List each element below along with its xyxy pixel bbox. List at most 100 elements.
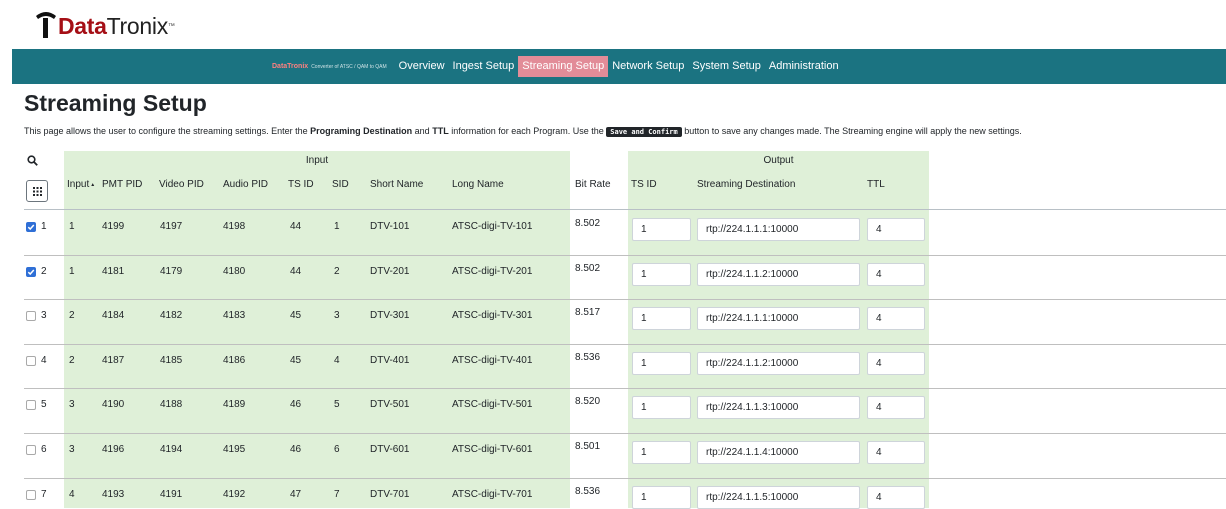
header-video-pid[interactable]: Video PID bbox=[159, 179, 204, 191]
ttl-input[interactable]: 4 bbox=[867, 263, 925, 286]
row-checkbox[interactable] bbox=[26, 490, 36, 500]
cell-pmt-pid: 4199 bbox=[102, 221, 125, 232]
header-output-ts-id[interactable]: TS ID bbox=[631, 179, 657, 191]
header-pmt-pid[interactable]: PMT PID bbox=[102, 179, 142, 191]
search-icon[interactable] bbox=[27, 153, 38, 171]
output-ts-id-input[interactable]: 1 bbox=[632, 263, 691, 286]
cell-input: 2 bbox=[69, 310, 75, 321]
output-ts-id-input[interactable]: 1 bbox=[632, 218, 691, 241]
cell-short-name: DTV-601 bbox=[370, 444, 410, 455]
desc-text-3: information for each Program. Use the bbox=[448, 126, 607, 136]
row-checkbox[interactable] bbox=[26, 400, 36, 410]
header-input[interactable]: Input▲ bbox=[67, 179, 95, 191]
cell-video-pid: 4182 bbox=[160, 310, 183, 321]
cell-bit-rate: 8.502 bbox=[575, 263, 601, 274]
row-checkbox[interactable] bbox=[26, 445, 36, 455]
header-bit-rate[interactable]: Bit Rate bbox=[575, 179, 611, 191]
output-ts-id-input[interactable]: 1 bbox=[632, 307, 691, 330]
nav-links: DataTronix Converter of ATSC / QAM to QA… bbox=[272, 49, 843, 84]
navbar-brand[interactable]: DataTronix Converter of ATSC / QAM to QA… bbox=[272, 63, 387, 70]
streaming-destination-input[interactable]: rtp://224.1.1.1:10000 bbox=[697, 218, 860, 241]
header-audio-pid[interactable]: Audio PID bbox=[223, 179, 268, 191]
output-ts-id-input[interactable]: 1 bbox=[632, 396, 691, 419]
cell-bit-rate: 8.502 bbox=[575, 218, 601, 229]
cell-short-name: DTV-201 bbox=[370, 266, 410, 277]
header-ttl[interactable]: TTL bbox=[867, 179, 885, 191]
nav-ingest-setup[interactable]: Ingest Setup bbox=[449, 56, 519, 77]
cell-ts-id: 44 bbox=[290, 221, 302, 232]
output-ts-id-input[interactable]: 1 bbox=[632, 352, 691, 375]
header-long-name[interactable]: Long Name bbox=[452, 179, 504, 191]
row-number: 4 bbox=[41, 355, 47, 366]
streaming-destination-input[interactable]: rtp://224.1.1.1:10000 bbox=[697, 307, 860, 330]
header-divider bbox=[24, 209, 1226, 210]
cell-ts-id: 45 bbox=[290, 310, 302, 321]
row-divider bbox=[24, 344, 1226, 345]
row-number: 7 bbox=[41, 489, 47, 500]
page-title: Streaming Setup bbox=[24, 90, 207, 116]
output-ts-id-input[interactable]: 1 bbox=[632, 441, 691, 464]
nav-streaming-setup[interactable]: Streaming Setup bbox=[518, 56, 609, 77]
nav-administration[interactable]: Administration bbox=[765, 56, 843, 77]
header-sid[interactable]: SID bbox=[332, 179, 349, 191]
columns-toggle-button[interactable] bbox=[26, 180, 48, 202]
desc-text-2: and bbox=[412, 126, 433, 136]
row-number: 5 bbox=[41, 399, 47, 410]
datatronix-logo-mark-icon bbox=[36, 12, 56, 38]
cell-audio-pid: 4189 bbox=[223, 399, 246, 410]
header-streaming-destination[interactable]: Streaming Destination bbox=[697, 179, 795, 191]
header-short-name[interactable]: Short Name bbox=[370, 179, 423, 191]
ttl-input[interactable]: 4 bbox=[867, 307, 925, 330]
desc-bold-destination: Programing Destination bbox=[310, 126, 413, 136]
row-divider bbox=[24, 478, 1226, 479]
cell-input: 3 bbox=[69, 399, 75, 410]
top-navbar: DataTronix Converter of ATSC / QAM to QA… bbox=[12, 49, 1226, 84]
grid-columns-icon bbox=[32, 186, 42, 196]
navbar-brand-logo: DataTronix bbox=[272, 63, 309, 70]
output-ts-id-input[interactable]: 1 bbox=[632, 486, 691, 509]
cell-input: 3 bbox=[69, 444, 75, 455]
cell-input: 1 bbox=[69, 266, 75, 277]
ttl-input[interactable]: 4 bbox=[867, 352, 925, 375]
nav-system-setup[interactable]: System Setup bbox=[688, 56, 764, 77]
streaming-destination-input[interactable]: rtp://224.1.1.4:10000 bbox=[697, 441, 860, 464]
streaming-destination-input[interactable]: rtp://224.1.1.2:10000 bbox=[697, 263, 860, 286]
nav-network-setup[interactable]: Network Setup bbox=[608, 56, 688, 77]
ttl-input[interactable]: 4 bbox=[867, 218, 925, 241]
logo-data-text: Data bbox=[58, 13, 107, 39]
row-checkbox[interactable] bbox=[26, 311, 36, 321]
cell-video-pid: 4188 bbox=[160, 399, 183, 410]
cell-long-name: ATSC-digi-TV-701 bbox=[452, 489, 533, 500]
row-checkbox[interactable] bbox=[26, 267, 36, 277]
cell-sid: 1 bbox=[334, 221, 340, 232]
cell-short-name: DTV-301 bbox=[370, 310, 410, 321]
cell-pmt-pid: 4181 bbox=[102, 266, 125, 277]
streaming-destination-input[interactable]: rtp://224.1.1.5:10000 bbox=[697, 486, 860, 509]
output-group-header: Output bbox=[763, 155, 794, 166]
row-checkbox[interactable] bbox=[26, 356, 36, 366]
datatronix-logo: DataTronix™ bbox=[35, 8, 175, 38]
row-number: 6 bbox=[41, 444, 47, 455]
sort-asc-icon: ▲ bbox=[90, 182, 96, 188]
page-description: This page allows the user to configure t… bbox=[24, 125, 1022, 138]
streaming-destination-input[interactable]: rtp://224.1.1.3:10000 bbox=[697, 396, 860, 419]
ttl-input[interactable]: 4 bbox=[867, 396, 925, 419]
cell-audio-pid: 4180 bbox=[223, 266, 246, 277]
ttl-input[interactable]: 4 bbox=[867, 441, 925, 464]
ttl-input[interactable]: 4 bbox=[867, 486, 925, 509]
streaming-destination-input[interactable]: rtp://224.1.1.2:10000 bbox=[697, 352, 860, 375]
row-divider bbox=[24, 255, 1226, 256]
header-ts-id[interactable]: TS ID bbox=[288, 179, 314, 191]
cell-video-pid: 4191 bbox=[160, 489, 183, 500]
cell-pmt-pid: 4184 bbox=[102, 310, 125, 321]
row-checkbox[interactable] bbox=[26, 222, 36, 232]
cell-video-pid: 4185 bbox=[160, 355, 183, 366]
nav-overview[interactable]: Overview bbox=[395, 56, 449, 77]
row-number: 1 bbox=[41, 221, 47, 232]
cell-sid: 3 bbox=[334, 310, 340, 321]
cell-ts-id: 46 bbox=[290, 399, 302, 410]
logo-tronix-text: Tronix bbox=[106, 13, 169, 39]
row-divider bbox=[24, 433, 1226, 434]
cell-ts-id: 44 bbox=[290, 266, 302, 277]
cell-sid: 4 bbox=[334, 355, 340, 366]
